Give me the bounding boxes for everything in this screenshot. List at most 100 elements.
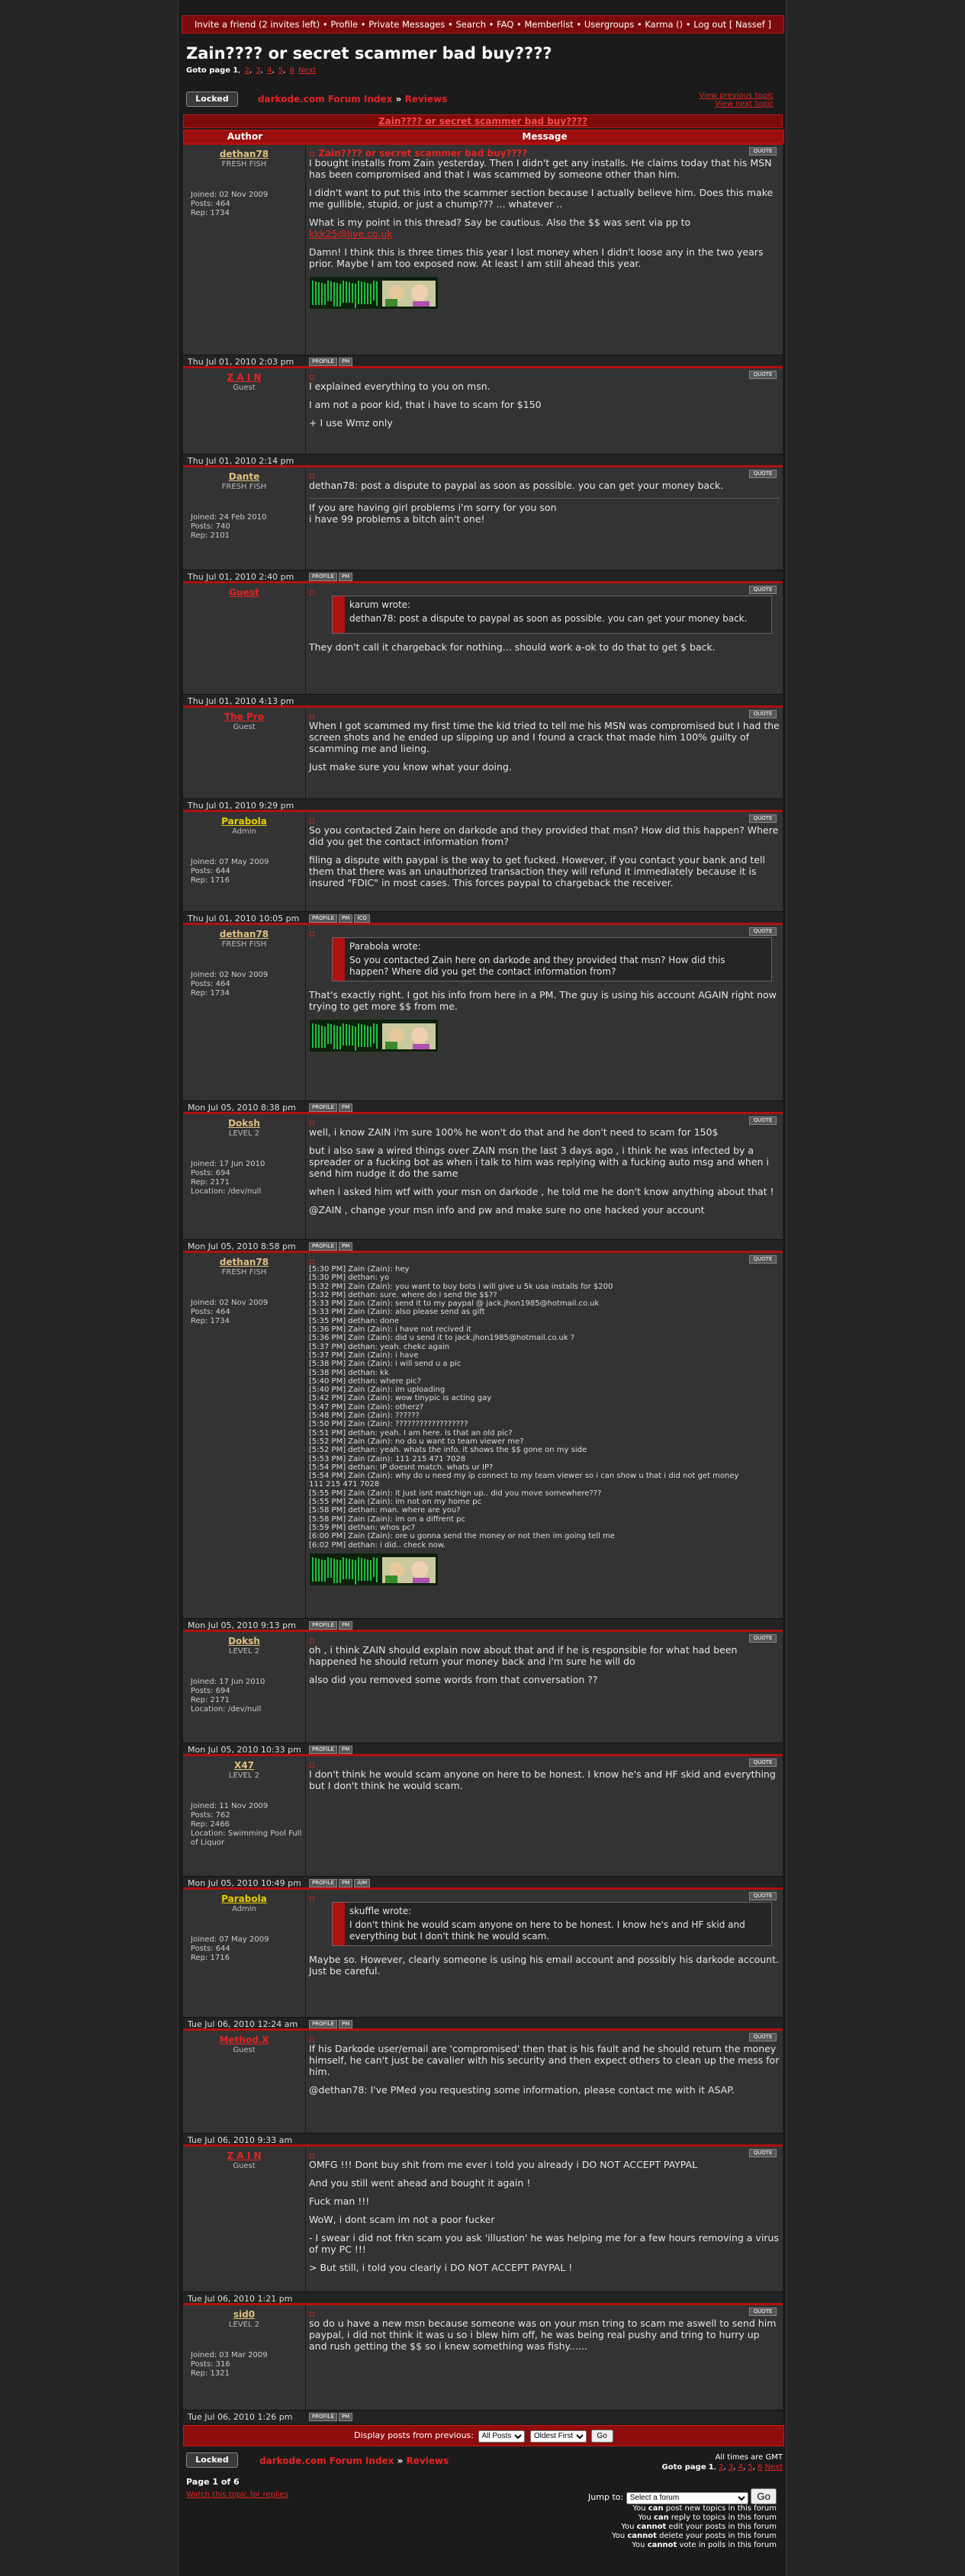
- author-name[interactable]: Method.X: [183, 2035, 305, 2045]
- quote-button[interactable]: QUOTE: [749, 2033, 777, 2041]
- nav-invite[interactable]: Invite a friend (2 invites left): [195, 19, 320, 30]
- display-go-button[interactable]: Go: [590, 2430, 613, 2443]
- author-posts: Posts: 644: [191, 1945, 230, 1953]
- author-name[interactable]: Z A I N: [183, 2150, 305, 2161]
- chat-line: [5:58 PM] Zain (Zain): im on a diffrent …: [309, 1514, 465, 1524]
- pm-button[interactable]: PM: [339, 573, 353, 581]
- breadcrumb-index-link[interactable]: darkode.com Forum Index: [258, 94, 392, 104]
- quote-button[interactable]: QUOTE: [749, 1255, 777, 1264]
- nav-memberlist[interactable]: Memberlist: [525, 19, 574, 30]
- author-name[interactable]: Parabola: [183, 816, 305, 827]
- profile-button[interactable]: PROFILE: [309, 1879, 338, 1887]
- pm-button[interactable]: PM: [339, 1242, 353, 1251]
- author-name[interactable]: dethan78: [183, 929, 305, 940]
- author-name[interactable]: Doksh: [183, 1118, 305, 1129]
- breadcrumb-forum-link-bottom[interactable]: Reviews: [407, 2456, 449, 2466]
- quote-button[interactable]: QUOTE: [749, 470, 777, 478]
- permission-line: You cannot delete your posts in this for…: [611, 2532, 777, 2540]
- profile-button[interactable]: PROFILE: [309, 1242, 338, 1251]
- watch-topic-link[interactable]: Watch this topic for replies: [186, 2491, 288, 2499]
- profile-button[interactable]: PROFILE: [309, 358, 338, 366]
- quote-button[interactable]: QUOTE: [749, 927, 777, 936]
- author-name[interactable]: sid0: [183, 2309, 305, 2320]
- quote-button[interactable]: QUOTE: [749, 371, 777, 379]
- quote-button[interactable]: QUOTE: [749, 2149, 777, 2157]
- author-info: Joined: 24 Feb 2010 Posts: 740 Rep: 2101: [191, 513, 266, 541]
- post-text: And you still went ahead and bought it a…: [309, 2177, 531, 2189]
- pm-button[interactable]: PM: [339, 914, 353, 923]
- post-paragraph: I am not a poor kid, that i have to scam…: [309, 399, 780, 410]
- aim-button[interactable]: AIM: [354, 1879, 371, 1887]
- pm-button[interactable]: PM: [339, 1879, 353, 1887]
- author-info: Joined: 17 Jun 2010 Posts: 694 Rep: 2171 Lo…: [191, 1678, 265, 1714]
- view-next-topic-link[interactable]: View next topic: [715, 100, 774, 108]
- quote-button[interactable]: QUOTE: [749, 1116, 777, 1125]
- timezone-info: All times are GMT Goto page 1, 2, 3, 4, …: [661, 2453, 783, 2472]
- pm-button[interactable]: PM: [339, 2413, 353, 2421]
- post-body: I don't think he would scam anyone on he…: [309, 1768, 780, 1798]
- profile-button[interactable]: PROFILE: [309, 1621, 338, 1630]
- post-message-panel: ▫ QUOTE oh , i think ZAIN should explain …: [309, 1632, 780, 1743]
- author-posts: Posts: 694: [191, 1169, 230, 1177]
- jump-go-button[interactable]: Go: [751, 2488, 777, 2504]
- post-order-select[interactable]: Oldest First: [530, 2430, 587, 2443]
- nav-karma[interactable]: Karma (): [645, 19, 683, 30]
- pm-button[interactable]: PM: [339, 1621, 353, 1630]
- nav-profile[interactable]: Profile: [330, 19, 358, 30]
- profile-button[interactable]: PROFILE: [309, 1103, 338, 1112]
- profile-button[interactable]: PROFILE: [309, 2413, 338, 2421]
- profile-button[interactable]: PROFILE: [309, 914, 338, 923]
- post-author-panel: Doksh LEVEL 2 Joined: 17 Jun 2010 Posts: 69…: [183, 1114, 306, 1240]
- chat-line: [5:55 PM] Zain (Zain): im not on my home…: [309, 1498, 482, 1507]
- locked-button-bottom[interactable]: Locked: [186, 2452, 238, 2468]
- icq-button[interactable]: ICQ: [354, 914, 370, 923]
- nav-search[interactable]: Search: [455, 19, 486, 30]
- posts-period-select[interactable]: All Posts: [478, 2430, 525, 2443]
- jump-forum-select[interactable]: Select a forum: [626, 2491, 748, 2504]
- email-link[interactable]: kkk25@live.co.uk: [309, 228, 393, 239]
- next-page-link[interactable]: Next: [298, 66, 316, 75]
- nav-logout[interactable]: Log out [ Nassef ]: [693, 19, 771, 30]
- post-message-panel: ▫ QUOTE [5:30 PM] Zain (Zain): hey [5:30 P…: [309, 1253, 780, 1619]
- author-name[interactable]: X47: [183, 1760, 305, 1771]
- pm-button[interactable]: PM: [339, 358, 353, 366]
- pm-button[interactable]: PM: [339, 2020, 353, 2028]
- author-name[interactable]: The Pro: [183, 711, 305, 722]
- quote-button[interactable]: QUOTE: [749, 2308, 777, 2316]
- author-info: Joined: 02 Nov 2009 Posts: 464 Rep: 1734: [191, 971, 268, 998]
- quote-button[interactable]: QUOTE: [749, 147, 777, 156]
- nav-faq[interactable]: FAQ: [497, 19, 513, 30]
- view-previous-topic-link[interactable]: View previous topic: [699, 92, 774, 100]
- author-name[interactable]: dethan78: [183, 149, 305, 159]
- pm-button[interactable]: PM: [339, 1746, 353, 1754]
- author-joined: Joined: 03 Mar 2009: [191, 2351, 268, 2359]
- forum-post: Dante FRESH FISH Joined: 24 Feb 2010 Posts:…: [183, 465, 783, 583]
- chat-line: [5:42 PM] Zain (Zain): wow tinypic is ac…: [309, 1394, 492, 1403]
- author-name[interactable]: Z A I N: [183, 372, 305, 383]
- nav-private-messages[interactable]: Private Messages: [368, 19, 445, 30]
- breadcrumb-index-link-bottom[interactable]: darkode.com Forum Index: [259, 2456, 394, 2466]
- author-name[interactable]: Parabola: [183, 1893, 305, 1904]
- pm-button[interactable]: PM: [339, 1103, 353, 1112]
- author-loc: Location: /dev/null: [191, 1187, 262, 1196]
- next-page-link-bottom[interactable]: Next: [765, 2463, 783, 2472]
- author-name[interactable]: Dante: [183, 471, 305, 482]
- locked-button[interactable]: Locked: [186, 92, 238, 107]
- quote-button[interactable]: QUOTE: [749, 1892, 777, 1900]
- nav-usergroups[interactable]: Usergroups: [584, 19, 634, 30]
- author-name[interactable]: Doksh: [183, 1636, 305, 1646]
- breadcrumb-forum-link[interactable]: Reviews: [405, 94, 448, 104]
- quote-button[interactable]: QUOTE: [749, 710, 777, 718]
- author-name[interactable]: dethan78: [183, 1257, 305, 1267]
- breadcrumb: darkode.com Forum Index » Reviews: [258, 94, 448, 104]
- quote-button[interactable]: QUOTE: [749, 586, 777, 594]
- quote-button[interactable]: QUOTE: [749, 814, 777, 823]
- quote-button[interactable]: QUOTE: [749, 1759, 777, 1767]
- quote-button[interactable]: QUOTE: [749, 1634, 777, 1643]
- page-link-6[interactable]: 6: [290, 66, 294, 75]
- topic-title-link[interactable]: Zain???? or secret scammer bad buy????: [378, 116, 587, 127]
- profile-button[interactable]: PROFILE: [309, 2020, 338, 2028]
- profile-button[interactable]: PROFILE: [309, 1746, 338, 1754]
- profile-button[interactable]: PROFILE: [309, 573, 338, 581]
- author-name[interactable]: Guest: [183, 587, 305, 598]
